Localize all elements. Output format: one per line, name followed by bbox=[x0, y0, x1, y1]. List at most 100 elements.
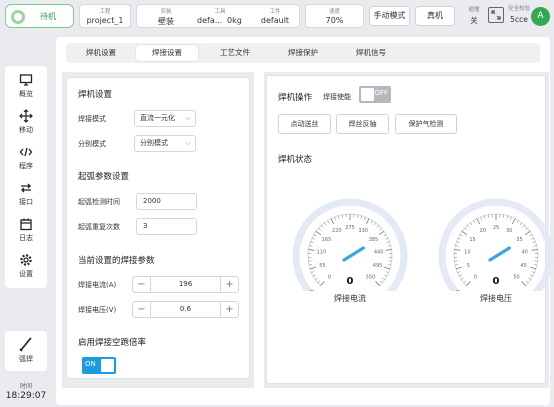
current-gauge-tick bbox=[370, 220, 373, 224]
dry-run-toggle[interactable]: ON bbox=[82, 357, 116, 374]
arc-weld-button[interactable]: 弧焊 bbox=[5, 331, 47, 371]
current-gauge-tick-label: 275 bbox=[345, 225, 355, 231]
current-gauge-tick bbox=[357, 214, 359, 218]
current-gauge-tick bbox=[327, 220, 330, 224]
speed-info[interactable]: 速度 70% bbox=[305, 4, 364, 28]
install-value: 壁装 bbox=[158, 17, 174, 26]
sidebar-item-label: 概览 bbox=[19, 90, 33, 98]
current-gauge-tick-label: 110 bbox=[317, 249, 327, 255]
voltage-gauge-tick bbox=[530, 266, 537, 270]
manual-mode-button[interactable]: 手动模式 bbox=[369, 6, 410, 26]
weld-mode-select[interactable]: 直流一元化 ⌵ bbox=[134, 110, 196, 127]
install-label: 安装 bbox=[160, 9, 172, 15]
voltage-gauge-tick bbox=[503, 214, 505, 218]
current-gauge-tick bbox=[330, 218, 335, 225]
jog-feed-wire-button[interactable]: 点动送丝 bbox=[278, 114, 331, 134]
weld-enable-toggle[interactable]: OFF bbox=[359, 86, 391, 103]
voltage-gauge-tick-label: 40 bbox=[521, 249, 527, 255]
voltage-gauge-tick bbox=[463, 280, 467, 283]
gear-icon bbox=[19, 253, 33, 267]
collision-label: 碰撞 bbox=[468, 7, 480, 13]
minus-icon[interactable]: − bbox=[133, 302, 151, 317]
voltage-gauge-tick bbox=[534, 264, 538, 266]
voltage-gauge-tick bbox=[459, 234, 463, 237]
plus-icon[interactable]: + bbox=[220, 302, 238, 317]
voltage-gauge-tick bbox=[511, 218, 516, 225]
sidebar-item-program[interactable]: 程序 bbox=[5, 140, 47, 176]
current-gauge-tick bbox=[383, 234, 387, 237]
current-gauge-tick bbox=[313, 234, 317, 237]
tab-process-file[interactable]: 工艺文件 bbox=[204, 45, 266, 61]
minus-icon[interactable]: − bbox=[133, 277, 151, 292]
avatar[interactable]: A bbox=[531, 7, 550, 26]
current-gauge-tick bbox=[385, 237, 389, 240]
voltage-gauge-tick-label: 45 bbox=[520, 263, 526, 269]
gas-check-button[interactable]: 保护气检测 bbox=[395, 114, 457, 134]
current-gauge-tick bbox=[318, 228, 321, 231]
collision-info[interactable]: 碰撞 关 bbox=[463, 5, 485, 26]
current-gauge-tick bbox=[379, 280, 383, 283]
voltage-gauge-tick bbox=[455, 266, 462, 270]
move-icon bbox=[19, 109, 33, 123]
wire-retract-button[interactable]: 焊丝反抽 bbox=[336, 114, 389, 134]
current-gauge-tick bbox=[311, 237, 315, 240]
current-gauge-tick-label: 440 bbox=[374, 249, 384, 255]
sidebar-item-label: 设置 bbox=[19, 270, 33, 278]
current-gauge-tick bbox=[310, 241, 314, 244]
voltage-gauge-tick bbox=[461, 277, 464, 280]
tab-welder-signal[interactable]: 焊机信号 bbox=[340, 45, 402, 61]
voltage-gauge-tick bbox=[525, 280, 529, 283]
current-gauge-tick bbox=[338, 215, 340, 219]
real-robot-button[interactable]: 真机 bbox=[415, 6, 455, 26]
tab-weld-protection[interactable]: 焊接保护 bbox=[272, 45, 334, 61]
current-gauge-tick bbox=[324, 222, 327, 226]
voltage-gauge-tick bbox=[530, 274, 533, 277]
weld-current-stepper[interactable]: − 196 + bbox=[132, 276, 239, 293]
voltage-gauge-tick bbox=[466, 281, 471, 286]
weld-voltage-stepper[interactable]: − 0.6 + bbox=[132, 301, 239, 318]
sidebar-item-overview[interactable]: 概览 bbox=[5, 68, 47, 104]
arc-detect-label: 起弧检测时间 bbox=[78, 198, 120, 206]
welder-status-title: 焊机状态 bbox=[278, 155, 313, 165]
code-icon bbox=[19, 145, 33, 159]
arc-params-title: 起弧参数设置 bbox=[78, 172, 130, 182]
voltage-gauge-tick bbox=[455, 245, 459, 247]
sidebar-item-log[interactable]: 日志 bbox=[5, 212, 47, 248]
current-gauge-tick bbox=[373, 222, 376, 226]
voltage-gauge-tick bbox=[531, 271, 535, 273]
sidebar-item-settings[interactable]: 设置 bbox=[5, 248, 47, 284]
arc-detect-input[interactable]: 2000 bbox=[136, 193, 197, 210]
current-gauge-tick bbox=[382, 277, 385, 280]
tab-welder-settings[interactable]: 焊机设置 bbox=[70, 45, 132, 61]
weld-voltage-value[interactable]: 0.6 bbox=[151, 302, 220, 317]
tab-weld-settings[interactable]: 焊接设置 bbox=[136, 45, 198, 61]
current-gauge-tick bbox=[387, 245, 391, 247]
voltage-gauge-tick bbox=[487, 214, 489, 218]
split-mode-label: 分别模式 bbox=[78, 140, 106, 148]
config-info[interactable]: 安装 壁装 工具 defa... 0kg 工件 default bbox=[136, 4, 300, 28]
voltage-gauge-tick bbox=[456, 241, 460, 244]
current-gauge-tick bbox=[317, 280, 321, 283]
weld-current-value[interactable]: 196 bbox=[151, 277, 220, 292]
current-gauge-tick bbox=[384, 266, 391, 270]
voltage-gauge-tick bbox=[533, 245, 537, 247]
split-mode-select[interactable]: 分别模式 ⌵ bbox=[134, 135, 196, 152]
top-bar: 待机 工程 project_1 安装 壁装 工具 defa... 0kg 工件 … bbox=[0, 0, 554, 33]
sidebar-item-move[interactable]: 移动 bbox=[5, 104, 47, 140]
sidebar-item-interface[interactable]: 接口 bbox=[5, 176, 47, 212]
workpiece-value: default bbox=[260, 16, 290, 25]
time-label: 时间 bbox=[19, 383, 32, 390]
current-gauge-tick bbox=[388, 264, 392, 266]
robot-status-pill[interactable]: 待机 bbox=[5, 4, 74, 28]
plus-icon[interactable]: + bbox=[220, 277, 238, 292]
interface-icon bbox=[19, 181, 33, 195]
current-gauge-tick-label: 330 bbox=[358, 228, 368, 234]
toggle-knob bbox=[101, 359, 114, 372]
arc-retry-label: 起弧重复次数 bbox=[78, 223, 120, 231]
arc-retry-input[interactable]: 3 bbox=[136, 218, 197, 235]
expand-icon[interactable] bbox=[488, 7, 504, 23]
current-gauge-needle bbox=[342, 246, 365, 262]
project-info[interactable]: 工程 project_1 bbox=[79, 4, 131, 28]
voltage-gauge-tick bbox=[454, 249, 461, 251]
tool-value: defa... bbox=[197, 16, 223, 25]
